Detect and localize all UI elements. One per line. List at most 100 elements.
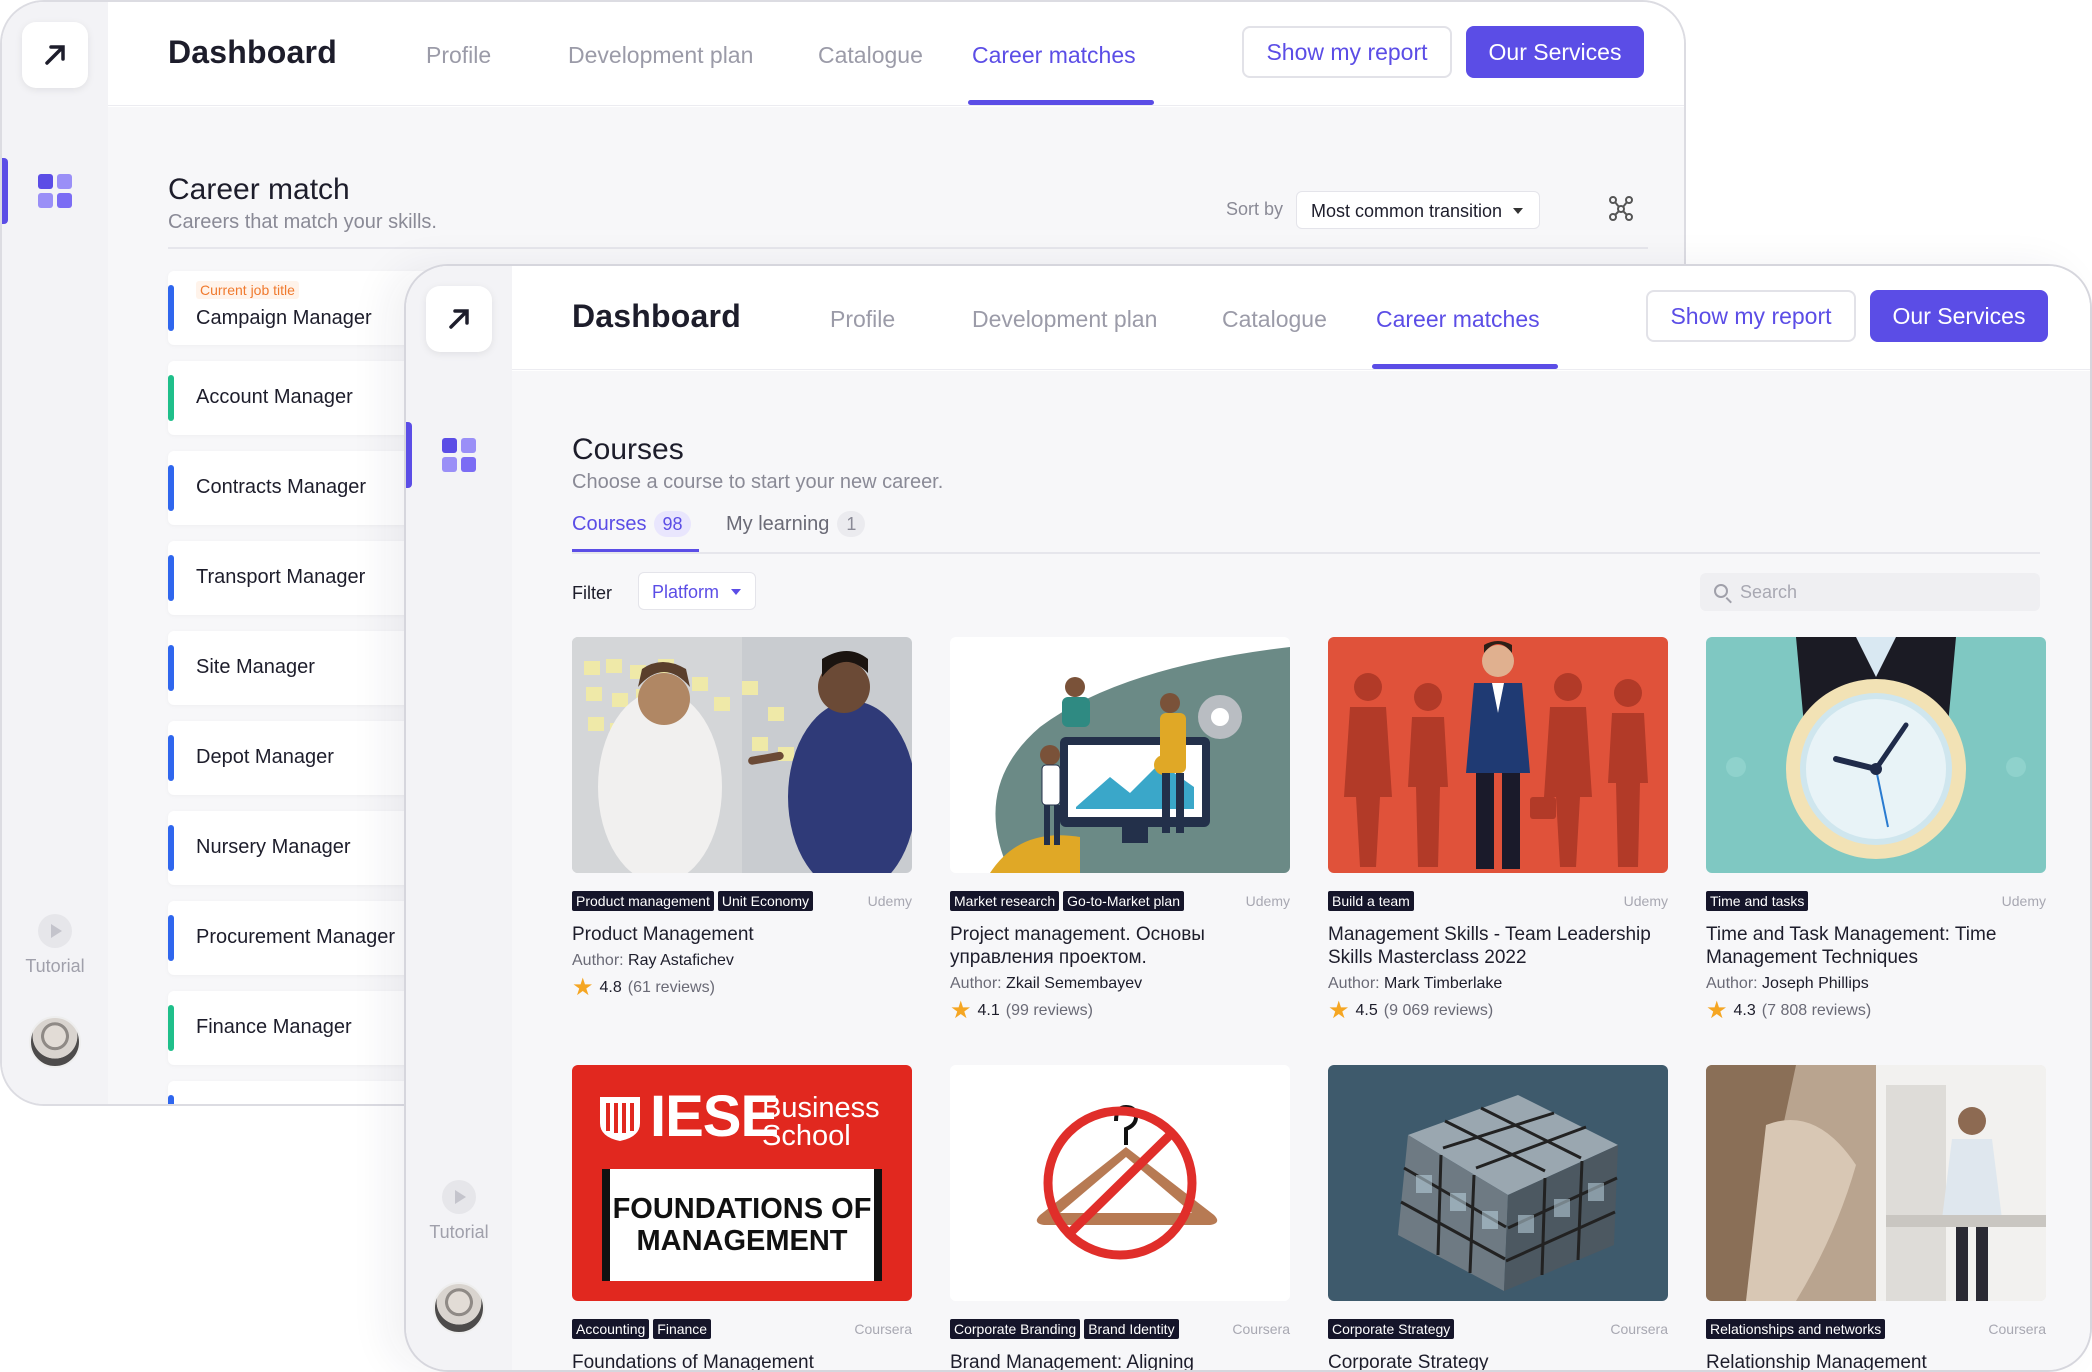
author-label: Author:: [1328, 975, 1380, 992]
courses-content: Courses Choose a course to start your ne…: [512, 371, 2090, 1370]
search-input[interactable]: [1740, 573, 2030, 611]
card-meta: Build a team Udemy: [1328, 891, 1668, 913]
banner-line-2: MANAGEMENT: [636, 1225, 848, 1257]
course-image-iese-logo: IESE Business School FOUNDATIONS OF MANA…: [572, 1065, 912, 1301]
dashboard-icon[interactable]: [38, 174, 72, 208]
star-icon: ★: [1706, 997, 1728, 1024]
tag-chip: Corporate Branding: [950, 1319, 1081, 1339]
course-card[interactable]: Time and tasks Udemy Time and Task Manag…: [1706, 637, 2046, 1024]
iese-logo-business: Business: [762, 1092, 880, 1124]
avatar[interactable]: [433, 1282, 485, 1334]
course-card[interactable]: Relationships and networks Coursera Rela…: [1706, 1065, 2046, 1370]
course-card[interactable]: Product management Unit Economy Udemy Pr…: [572, 637, 912, 1000]
tab-career-matches[interactable]: Career matches: [1376, 306, 1540, 333]
tab-profile[interactable]: Profile: [426, 42, 491, 69]
page-title: Dashboard: [168, 34, 337, 70]
course-title[interactable]: Management Skills - Team Leadership Skil…: [1328, 923, 1668, 969]
course-rating: ★ 4.3 (7 808 reviews): [1706, 997, 2046, 1024]
course-rating: ★ 4.5 (9 069 reviews): [1328, 997, 1668, 1024]
tag-chip: Accounting: [572, 1319, 650, 1339]
author-name: Mark Timberlake: [1384, 975, 1503, 992]
tab-catalogue[interactable]: Catalogue: [1222, 306, 1327, 333]
divider: [572, 552, 2040, 554]
avatar[interactable]: [29, 1016, 81, 1068]
tab-courses[interactable]: Courses 98: [572, 511, 691, 537]
course-title[interactable]: Time and Task Management: Time Managemen…: [1706, 923, 2046, 969]
career-name: Site Manager: [196, 656, 315, 678]
course-title[interactable]: Corporate Strategy: [1328, 1351, 1668, 1370]
course-author: Author: Mark Timberlake: [1328, 975, 1668, 993]
tag-chip: Build a team: [1328, 891, 1414, 911]
tab-development-plan[interactable]: Development plan: [972, 306, 1157, 333]
star-icon: ★: [1328, 997, 1350, 1024]
sort-label: Sort by: [1226, 199, 1284, 219]
career-bar: [168, 645, 174, 691]
active-tab-indicator: [1372, 364, 1558, 369]
course-card[interactable]: Market research Go-to-Market plan Udemy …: [950, 637, 1290, 1023]
courses-window: Tutorial Dashboard Profile Development p…: [404, 264, 2092, 1372]
tab-my-learning[interactable]: My learning 1: [726, 511, 866, 537]
section-title: Career match: [168, 173, 350, 206]
platform-label: Udemy: [1623, 893, 1668, 909]
career-name: Campaign Manager: [196, 307, 372, 329]
tab-development-plan[interactable]: Development plan: [568, 42, 753, 69]
rating-value: 4.3: [1733, 1002, 1756, 1019]
card-meta: Time and tasks Udemy: [1706, 891, 2046, 913]
career-bar: [168, 465, 174, 511]
platform-label: Coursera: [854, 1321, 912, 1337]
tag-list: Product management Unit Economy: [572, 891, 814, 911]
section-title: Courses: [572, 433, 684, 466]
network-graph-icon[interactable]: [1608, 195, 1634, 221]
tag-list: Accounting Finance: [572, 1319, 712, 1339]
section-subtitle: Choose a course to start your new career…: [572, 471, 944, 493]
tab-catalogue[interactable]: Catalogue: [818, 42, 923, 69]
rating-value: 4.8: [599, 979, 622, 996]
our-services-button[interactable]: Our Services: [1466, 26, 1644, 78]
tag-chip: Finance: [653, 1319, 712, 1339]
career-bar: [168, 285, 174, 331]
course-card[interactable]: IESE Business School FOUNDATIONS OF MANA…: [572, 1065, 912, 1370]
career-bar: [168, 375, 174, 421]
caret-down-icon: [1513, 208, 1523, 214]
course-card[interactable]: Build a team Udemy Management Skills - T…: [1328, 637, 1668, 1024]
sidebar: Tutorial: [2, 2, 108, 1104]
arrow-up-right-icon: [449, 309, 469, 329]
app-logo[interactable]: [426, 286, 492, 352]
career-bar: [168, 735, 174, 781]
course-card[interactable]: Corporate Branding Brand Identity Course…: [950, 1065, 1290, 1370]
course-title[interactable]: Foundations of Management: [572, 1351, 912, 1370]
divider: [168, 247, 1648, 249]
show-report-button[interactable]: Show my report: [1242, 26, 1452, 78]
tutorial-button[interactable]: Tutorial: [2, 914, 108, 977]
tutorial-button[interactable]: Tutorial: [406, 1180, 512, 1243]
tag-chip: Product management: [572, 891, 714, 911]
course-banner: FOUNDATIONS OF MANAGEMENT: [602, 1169, 882, 1281]
platform-filter[interactable]: Platform: [638, 572, 756, 610]
platform-label: Udemy: [867, 893, 912, 909]
course-title[interactable]: Project management. Основы управления пр…: [950, 923, 1290, 969]
tab-profile[interactable]: Profile: [830, 306, 895, 333]
tag-list: Corporate Branding Brand Identity: [950, 1319, 1179, 1339]
tag-list: Time and tasks: [1706, 891, 1809, 911]
course-image-building-cube: [1328, 1065, 1668, 1301]
rating-value: 4.1: [977, 1002, 1000, 1019]
career-bar: [168, 555, 174, 601]
show-report-button[interactable]: Show my report: [1646, 290, 1856, 342]
course-title[interactable]: Brand Management: Aligning: [950, 1351, 1290, 1370]
dashboard-icon[interactable]: [442, 438, 476, 472]
course-title[interactable]: Product Management: [572, 923, 912, 946]
app-logo[interactable]: [22, 22, 88, 88]
card-meta: Accounting Finance Coursera: [572, 1319, 912, 1341]
author-name: Joseph Phillips: [1762, 975, 1869, 992]
review-count: (61 reviews): [627, 979, 715, 996]
sort-dropdown[interactable]: Most common transition: [1296, 191, 1540, 229]
tag-chip: Relationships and networks: [1706, 1319, 1886, 1339]
course-card[interactable]: Corporate Strategy Coursera Corporate St…: [1328, 1065, 1668, 1370]
career-name: Depot Manager: [196, 746, 334, 768]
our-services-button[interactable]: Our Services: [1870, 290, 2048, 342]
career-name: Nursery Manager: [196, 836, 351, 858]
tab-career-matches[interactable]: Career matches: [972, 42, 1136, 69]
course-author: Author: Joseph Phillips: [1706, 975, 2046, 993]
course-title[interactable]: Relationship Management: [1706, 1351, 2046, 1370]
review-count: (99 reviews): [1005, 1002, 1093, 1019]
